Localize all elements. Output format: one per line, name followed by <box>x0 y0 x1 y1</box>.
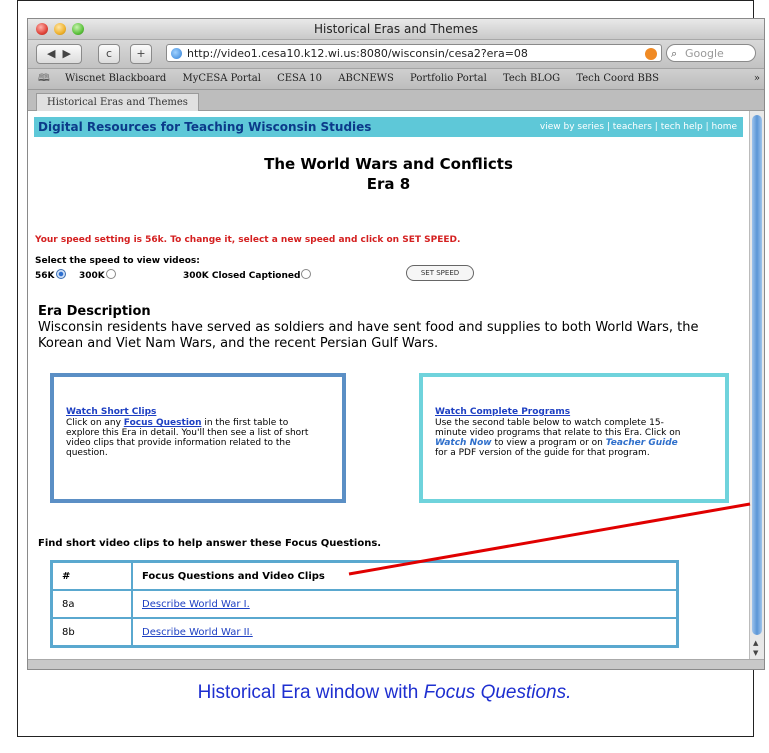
arrow-line <box>348 502 751 576</box>
annotation-arrow <box>348 502 751 576</box>
caption-italic: Focus Questions. <box>423 682 572 703</box>
figure-caption: Historical Era window with Focus Questio… <box>0 682 769 704</box>
caption-text: Historical Era window with <box>197 682 424 703</box>
